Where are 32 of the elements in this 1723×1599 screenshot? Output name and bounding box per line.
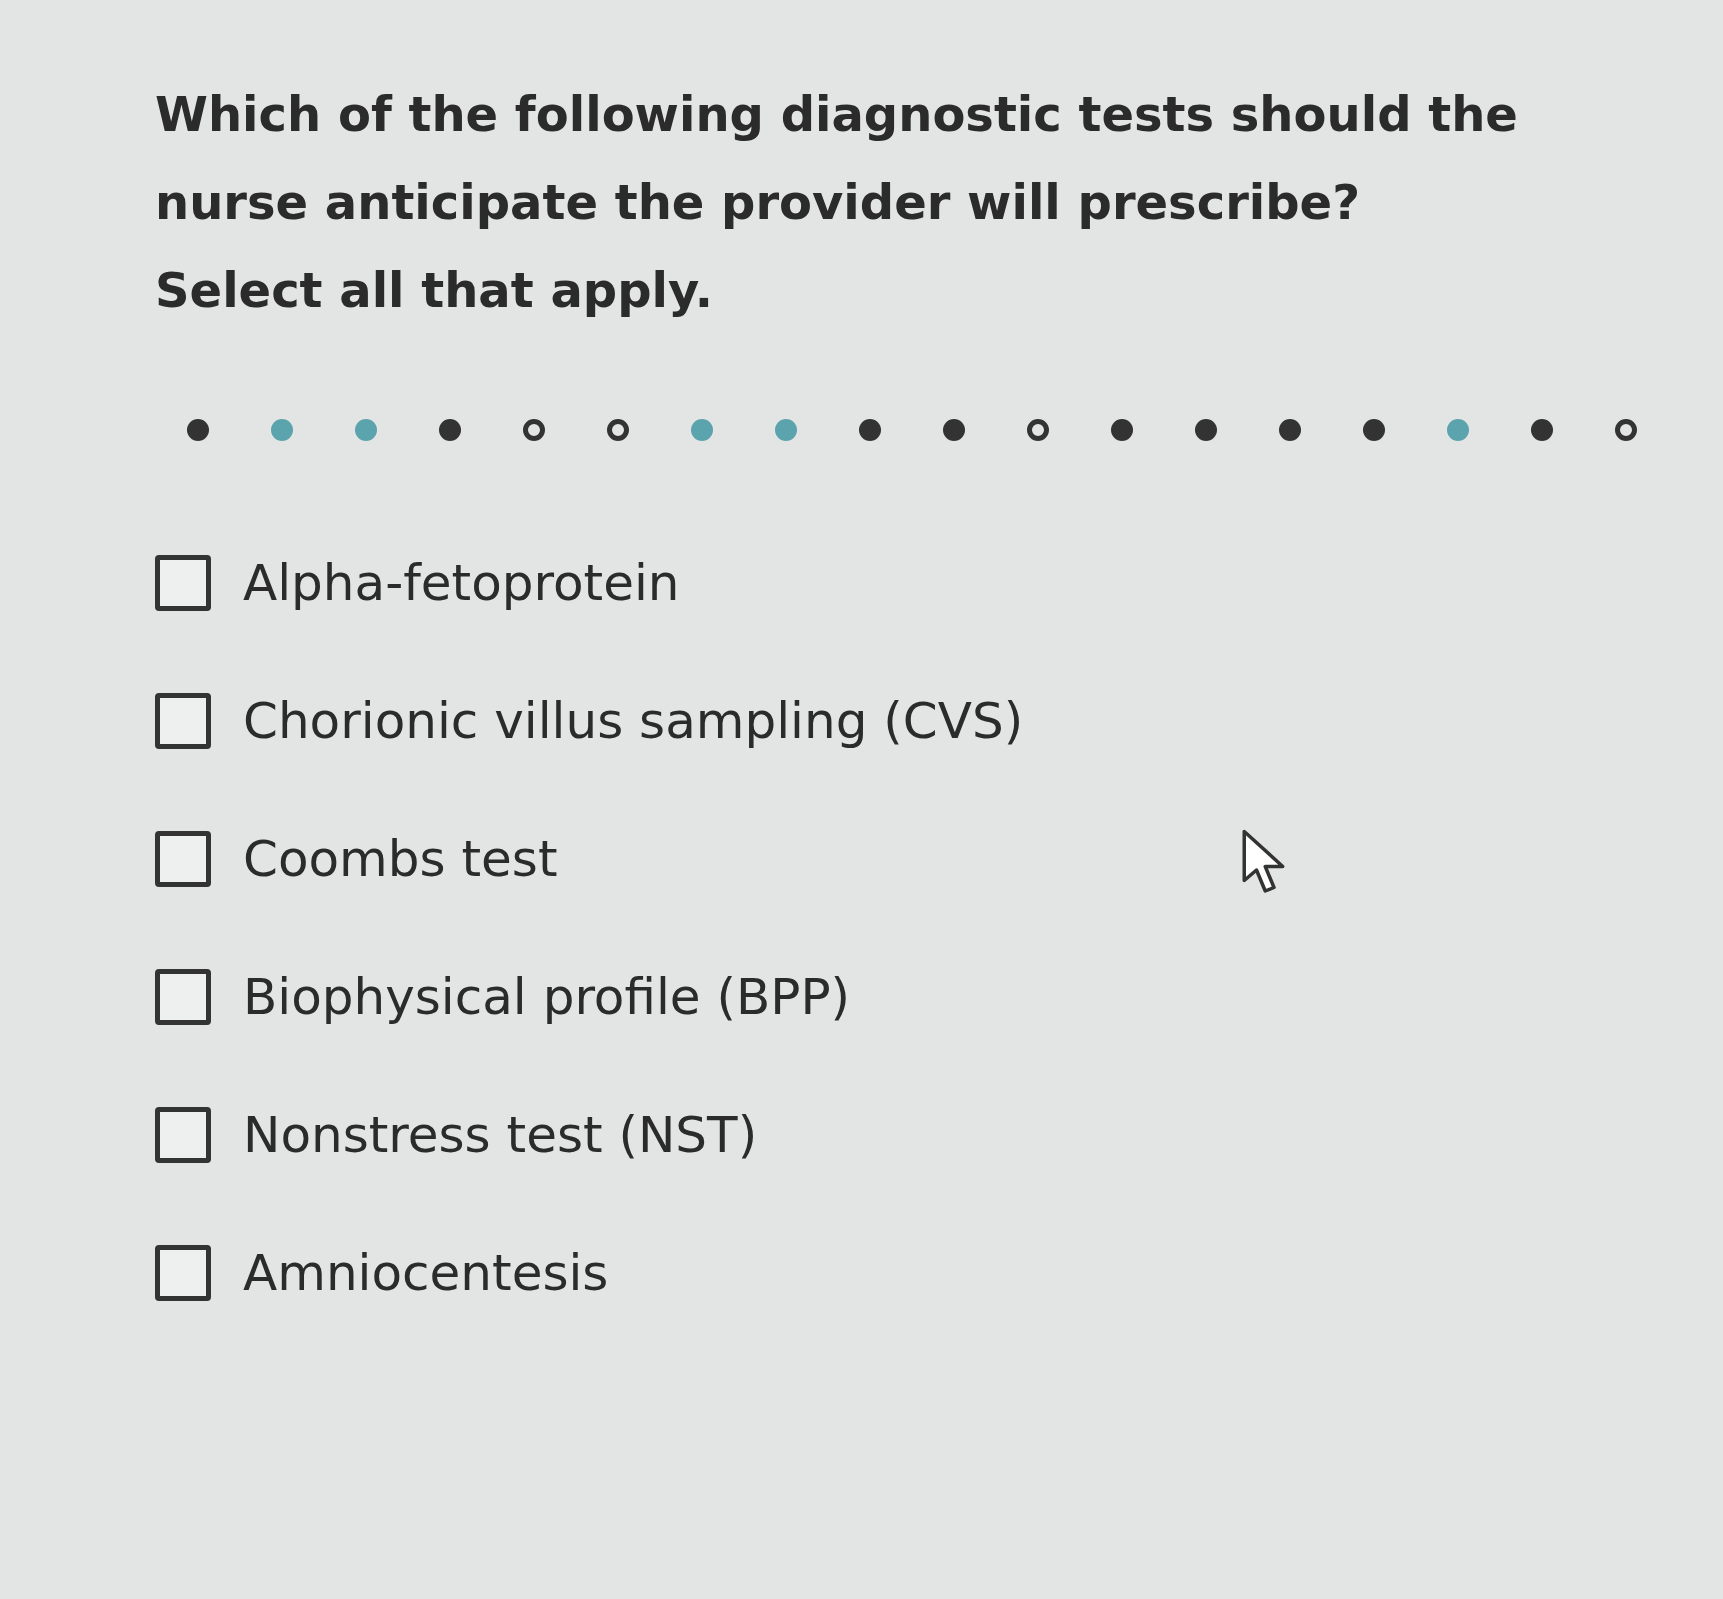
progress-dot[interactable] [859, 419, 881, 441]
progress-dot[interactable] [1111, 419, 1133, 441]
checkbox[interactable] [155, 1245, 211, 1301]
progress-dot[interactable] [1531, 419, 1553, 441]
progress-dot[interactable] [1195, 419, 1217, 441]
progress-dot[interactable] [1363, 419, 1385, 441]
option-label[interactable]: Coombs test [243, 827, 558, 891]
progress-dot[interactable] [355, 419, 377, 441]
option-label[interactable]: Alpha-fetoprotein [243, 551, 680, 615]
option-label[interactable]: Chorionic villus sampling (CVS) [243, 689, 1024, 753]
checkbox[interactable] [155, 969, 211, 1025]
progress-dot[interactable] [1615, 419, 1637, 441]
progress-dot[interactable] [1279, 419, 1301, 441]
progress-dot[interactable] [775, 419, 797, 441]
progress-dot[interactable] [1027, 419, 1049, 441]
progress-dot[interactable] [187, 419, 209, 441]
progress-dot[interactable] [523, 419, 545, 441]
progress-dot[interactable] [271, 419, 293, 441]
option-label[interactable]: Nonstress test (NST) [243, 1103, 758, 1167]
progress-dot[interactable] [943, 419, 965, 441]
checkbox[interactable] [155, 1107, 211, 1163]
progress-dot[interactable] [439, 419, 461, 441]
checkbox[interactable] [155, 555, 211, 611]
checkbox[interactable] [155, 693, 211, 749]
option-label[interactable]: Biophysical profile (BPP) [243, 965, 851, 1029]
progress-dot[interactable] [1447, 419, 1469, 441]
option-label[interactable]: Amniocentesis [243, 1241, 609, 1305]
progress-dot[interactable] [607, 419, 629, 441]
question-text: Which of the following diagnostic tests should the nurse anticipate the provider will prescribe? [155, 85, 1519, 232]
checkbox[interactable] [155, 831, 211, 887]
question-text: Select all that apply. [155, 261, 715, 320]
progress-dot[interactable] [691, 419, 713, 441]
